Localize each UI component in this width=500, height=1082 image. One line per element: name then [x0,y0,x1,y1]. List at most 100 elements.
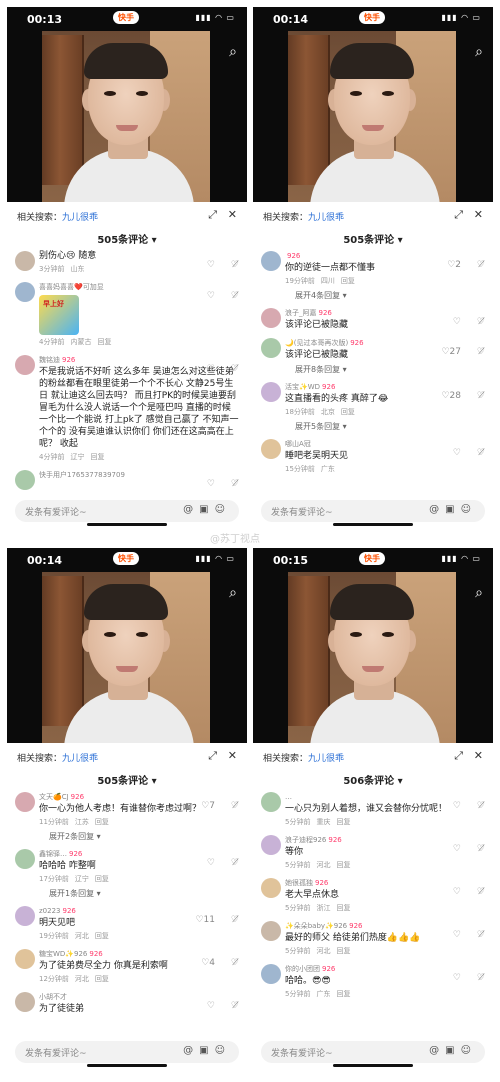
comment-item[interactable]: 喜喜妈喜喜❤️可加显 早上好 4分钟前 内蒙古 回复 ♡ ♡̸ [7,278,247,351]
comment-list[interactable]: 文天🍊CJ 926 你一心为他人考虑！有谁替你考虑过啊？ 11分钟前 江苏 回复 ♡7 ♡̸ 展… [7,788,247,1036]
comment-input[interactable]: 发条有爱评论~ @▣☺ [15,1041,239,1063]
mention-icon[interactable]: @ [429,504,445,515]
dislike-icon[interactable]: ♡̸ [231,857,239,869]
avatar[interactable] [261,338,281,358]
avatar[interactable] [15,992,35,1012]
avatar[interactable] [261,382,281,402]
like-button[interactable]: ♡ [207,1000,215,1012]
dislike-icon[interactable]: ♡̸ [231,914,239,926]
mention-icon[interactable]: @ [183,1045,199,1056]
dislike-icon[interactable]: ♡̸ [231,478,239,490]
expand-replies-button[interactable]: 展开4条回复 ▾ [253,290,493,304]
video-player[interactable]: 00:15 快手 ▮▮▮ ◠ ▭ ⌕ [253,548,493,743]
avatar[interactable] [261,251,281,271]
like-button[interactable]: ♡ [453,886,461,898]
comment-item[interactable]: 魏铭迪 926 不是我说话不好听 这么多年 吴迪怎么对这些徒弟的粉丝都看在眼里徒弟一… [7,351,247,466]
search-icon[interactable]: ⌕ [475,44,483,60]
dislike-icon[interactable]: ♡̸ [231,957,239,969]
comment-item[interactable]: … 一心只为别人着想，谁又会替你分忧呢！ 5分钟前 重庆 回复 ♡ ♡̸ [253,788,493,831]
comment-item[interactable]: 活宝✨WD 926 这直播看的头疼 真醉了😂 18分钟前 北京 回复 ♡28 ♡̸ [253,378,493,421]
avatar[interactable] [15,282,35,302]
avatar[interactable] [15,906,35,926]
related-search-link[interactable]: 九儿很乖 [62,213,98,223]
expand-icon[interactable]: ⤢ [208,208,217,222]
like-button[interactable]: ♡ [453,929,461,941]
mention-icon[interactable]: @ [183,504,199,515]
expand-replies-button[interactable]: 展开5条回复 ▾ [253,421,493,435]
avatar[interactable] [15,470,35,490]
expand-icon[interactable]: ⤢ [208,749,217,763]
dislike-icon[interactable]: ♡̸ [231,363,239,375]
dislike-icon[interactable]: ♡̸ [477,929,485,941]
like-button[interactable]: ♡ [453,972,461,984]
comment-item[interactable]: 别伤心😢 随意 3分钟前 山东 ♡ ♡̸ [7,247,247,278]
comment-item[interactable]: 🌙(见过本哥再次版) 926 该评论已被隐藏 ♡27 ♡̸ [253,334,493,364]
related-search-link[interactable]: 九儿很乖 [308,754,344,764]
like-button[interactable]: ♡ [207,478,215,490]
comment-count[interactable]: 505条评论 ▾ [7,231,247,246]
dislike-icon[interactable]: ♡̸ [477,346,485,358]
avatar[interactable] [261,878,281,898]
avatar[interactable] [15,949,35,969]
comment-input[interactable]: 发条有爱评论~ @▣☺ [15,500,239,522]
reply-button[interactable]: 回复 [341,277,355,285]
comment-item[interactable]: 快手用户1765377839709 ♡ ♡̸ [7,466,247,490]
like-button[interactable]: ♡28 [441,390,461,402]
avatar[interactable] [261,308,281,328]
related-search-bar[interactable]: 相关搜索：九儿很乖 ⤢ ✕ [253,744,493,770]
input-actions[interactable]: @▣☺ [183,1045,231,1056]
comment-item[interactable]: 文天🍊CJ 926 你一心为他人考虑！有谁替你考虑过啊？ 11分钟前 江苏 回复 ♡7 ♡̸ [7,788,247,831]
like-button[interactable]: ♡7 [201,800,215,812]
dislike-icon[interactable]: ♡̸ [231,1000,239,1012]
dislike-icon[interactable]: ♡̸ [477,800,485,812]
image-icon[interactable]: ▣ [445,1045,460,1056]
reply-button[interactable]: 回复 [95,818,109,826]
like-button[interactable]: ♡2 [447,259,461,271]
video-player[interactable]: 00:14 快手 ▮▮▮ ◠ ▭ ⌕ [7,548,247,743]
related-search-link[interactable]: 九儿很乖 [62,754,98,764]
dislike-icon[interactable]: ♡̸ [477,972,485,984]
reply-button[interactable]: 回复 [336,861,350,869]
mention-icon[interactable]: @ [429,1045,445,1056]
reply-button[interactable]: 回复 [95,875,109,883]
dislike-icon[interactable]: ♡̸ [231,290,239,302]
video-player[interactable]: 00:13 快手 ▮▮▮ ◠ ▭ ⌕ [7,7,247,202]
reply-button[interactable]: 回复 [336,818,350,826]
comment-input[interactable]: 发条有爱评论~ @▣☺ [261,500,485,522]
avatar[interactable] [261,921,281,941]
input-actions[interactable]: @▣☺ [183,504,231,515]
comment-item[interactable]: 哪山A冠 睡吧老吴明天见 15分钟前 广东 ♡ ♡̸ [253,435,493,478]
image-icon[interactable]: ▣ [199,1045,214,1056]
expand-replies-button[interactable]: 展开2条回复 ▾ [7,831,247,845]
reply-button[interactable]: 回复 [336,904,350,912]
expand-replies-button[interactable]: 展开8条回复 ▾ [253,364,493,378]
dislike-icon[interactable]: ♡̸ [477,886,485,898]
avatar[interactable] [261,835,281,855]
comment-list[interactable]: … 一心只为别人着想，谁又会替你分忧呢！ 5分钟前 重庆 回复 ♡ ♡̸ 浪子迪程926 926… [253,788,493,1036]
expand-replies-button[interactable]: 展开1条回复 ▾ [7,888,247,902]
comment-count[interactable]: 505条评论 ▾ [253,231,493,246]
like-button[interactable]: ♡ [207,290,215,302]
like-button[interactable]: ♡ [453,316,461,328]
expand-icon[interactable]: ⤢ [454,749,463,763]
input-actions[interactable]: @▣☺ [429,1045,477,1056]
avatar[interactable] [15,792,35,812]
comment-item[interactable]: 浪子_阿嘉 926 该评论已被隐藏 ♡ ♡̸ [253,304,493,334]
comment-item[interactable]: 你的小团团 926 哈哈。😎😎 5分钟前 广东 回复 ♡ ♡̸ [253,960,493,1003]
dislike-icon[interactable]: ♡̸ [477,843,485,855]
reply-button[interactable]: 回复 [90,453,104,461]
emoji-icon[interactable]: ☺ [461,1045,477,1056]
dislike-icon[interactable]: ♡̸ [477,316,485,328]
related-search-bar[interactable]: 相关搜索：九儿很乖 ⤢ ✕ [7,203,247,229]
avatar[interactable] [261,439,281,459]
comment-count[interactable]: 506条评论 ▾ [253,772,493,787]
comment-list[interactable]: 926 你的逆徒一点都不懂事 19分钟前 四川 回复 ♡2 ♡̸ 展开4条回复 ▾ 浪子_阿嘉 9… [253,247,493,495]
like-button[interactable]: ♡ [453,843,461,855]
comment-item[interactable]: 小胡不才 为了徒徒弟 ♡ ♡̸ [7,988,247,1018]
dislike-icon[interactable]: ♡̸ [231,259,239,271]
close-icon[interactable]: ✕ [474,208,483,221]
like-button[interactable]: ♡4 [201,957,215,969]
like-button[interactable]: ♡ [207,857,215,869]
emoji-icon[interactable]: ☺ [461,504,477,515]
comment-item[interactable]: ✨朵朵baby✨926 926 最好的师父 给徒弟们热度👍👍👍 5分钟前 河北 回复 ♡ ♡̸ [253,917,493,960]
